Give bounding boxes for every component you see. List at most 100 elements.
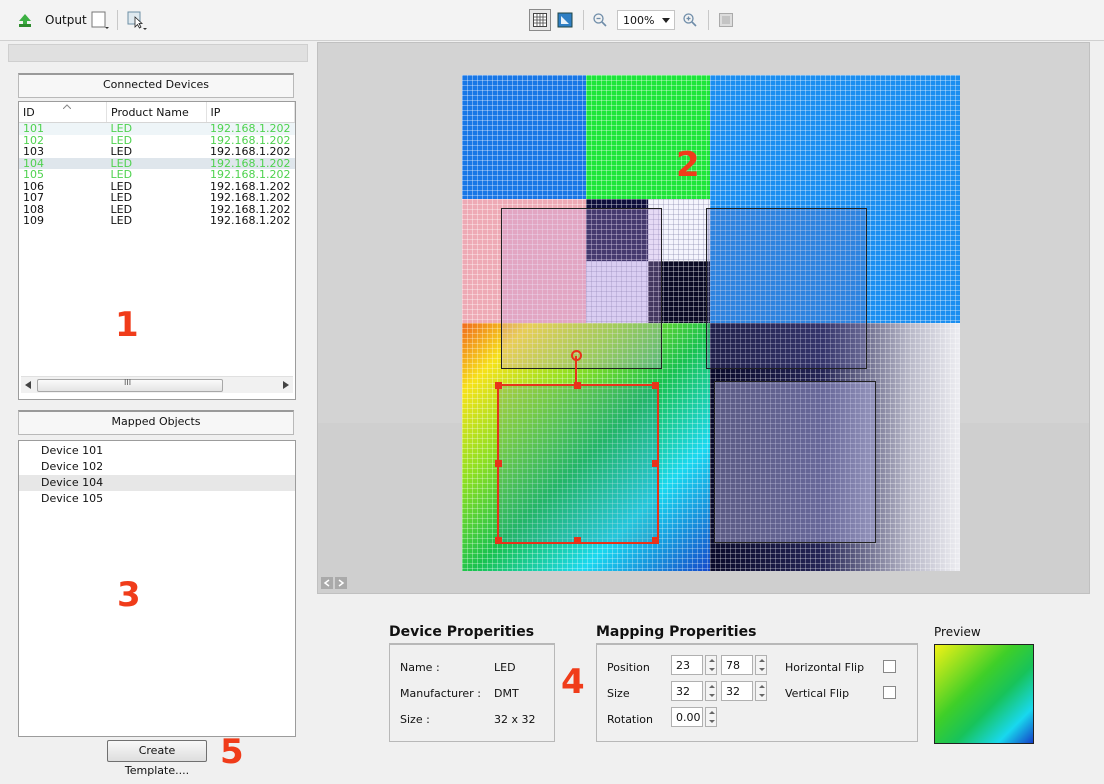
vertical-flip-label: Vertical Flip: [785, 687, 850, 700]
size-width-input[interactable]: 32: [671, 681, 703, 701]
name-value: LED: [494, 661, 516, 674]
list-item[interactable]: Device 105: [19, 491, 295, 507]
output-label[interactable]: Output: [45, 13, 87, 27]
device-outline[interactable]: [706, 208, 867, 369]
toolbar-separator: [708, 10, 709, 30]
scroll-grip: III: [124, 378, 132, 387]
mapping-properties-group: Position 23 78 Size 32 32 Rotation 0.00 …: [596, 643, 918, 742]
cell-ip: 192.168.1.202: [210, 214, 291, 227]
list-item[interactable]: Device 101: [19, 443, 295, 459]
mapping-properties-title: Mapping Properities: [596, 624, 757, 640]
position-label: Position: [607, 661, 650, 674]
resize-handle-n[interactable]: [574, 382, 581, 389]
size-label: Size :: [400, 713, 430, 726]
cell-ip: 192.168.1.202: [210, 145, 291, 158]
size-height-input[interactable]: 32: [721, 681, 753, 701]
list-item[interactable]: Device 104: [19, 475, 295, 491]
table-row[interactable]: 109 LED 192.168.1.202: [19, 215, 295, 227]
cell-id: 103: [23, 145, 44, 158]
rotation-handle[interactable]: [571, 350, 582, 361]
scroll-thumb[interactable]: III: [37, 378, 223, 392]
position-y-input[interactable]: 78: [721, 655, 753, 675]
size-value: 32 x 32: [494, 713, 536, 726]
column-product-name-label: Product Name: [111, 105, 189, 119]
left-panel-bar: [8, 44, 308, 62]
resize-handle-se[interactable]: [652, 537, 659, 544]
tile-blue: [462, 75, 586, 199]
table-row[interactable]: 103 LED 192.168.1.202: [19, 146, 295, 158]
led-wall: 2: [462, 75, 960, 571]
mapped-objects-list: Device 101 Device 102 Device 104 Device …: [18, 440, 296, 737]
position-x-input[interactable]: 23: [671, 655, 703, 675]
zoom-select[interactable]: 100%: [617, 10, 675, 30]
column-header-product-name[interactable]: Product Name: [106, 102, 207, 123]
cell-ip: 192.168.1.202: [206, 122, 295, 135]
device-outline[interactable]: [714, 381, 876, 543]
create-template-button[interactable]: Create Template....: [107, 740, 207, 777]
cell-id: 101: [19, 122, 107, 135]
toolbar-separator: [583, 10, 584, 30]
select-pointer-icon[interactable]: [126, 10, 148, 30]
resize-handle-nw[interactable]: [495, 382, 502, 389]
preview-swatch: [934, 644, 1034, 744]
scroll-left-icon[interactable]: [25, 381, 31, 389]
position-y-stepper[interactable]: [755, 655, 767, 675]
cell-product-name: LED: [110, 145, 133, 158]
name-label: Name :: [400, 661, 440, 674]
scroll-right-icon[interactable]: [283, 381, 289, 389]
device-outline[interactable]: [501, 208, 662, 369]
column-ip-label: IP: [210, 105, 221, 119]
resize-handle-sw[interactable]: [495, 537, 502, 544]
callout-4: 4: [561, 662, 585, 702]
resize-handle-ne[interactable]: [652, 382, 659, 389]
cell-ip: 192.168.1.202: [210, 168, 291, 181]
resize-handle-w[interactable]: [495, 460, 502, 467]
scroll-right-arrow-icon[interactable]: [335, 577, 347, 589]
list-item[interactable]: Device 102: [19, 459, 295, 475]
resize-handle-s[interactable]: [574, 537, 581, 544]
upload-icon[interactable]: [17, 12, 33, 28]
cell-ip: 192.168.1.202: [210, 191, 291, 204]
table-row[interactable]: 105 LED 192.168.1.202: [19, 169, 295, 181]
mapping-canvas[interactable]: 2: [317, 42, 1090, 594]
column-header-id[interactable]: ID: [19, 102, 107, 123]
callout-1: 1: [115, 305, 139, 345]
column-id-label: ID: [23, 105, 35, 119]
size-height-stepper[interactable]: [755, 681, 767, 701]
grid-toggle-icon[interactable]: [529, 9, 551, 31]
selected-device[interactable]: [495, 350, 659, 544]
cell-id: 109: [23, 214, 44, 227]
cell-product-name: LED: [110, 191, 133, 204]
cell-id: 105: [23, 168, 44, 181]
fit-view-icon[interactable]: [555, 10, 575, 30]
device-properties-group: Name : LED Manufacturer : DMT Size : 32 …: [389, 643, 555, 742]
size-width-stepper[interactable]: [705, 681, 717, 701]
device-table: ID Product Name IP 101 LED 192.168.1.202 1…: [19, 102, 296, 227]
fullscreen-icon[interactable]: [716, 10, 736, 30]
rotation-stepper[interactable]: [705, 707, 717, 727]
connected-devices-header: Connected Devices: [18, 73, 294, 98]
sort-ascending-icon: [63, 104, 71, 109]
position-x-stepper[interactable]: [705, 655, 717, 675]
horizontal-flip-label: Horizontal Flip: [785, 661, 865, 674]
output-display-dropdown[interactable]: [90, 10, 110, 30]
manufacturer-value: DMT: [494, 687, 519, 700]
callout-2: 2: [676, 145, 700, 185]
table-row[interactable]: 101 LED 192.168.1.202: [19, 122, 295, 135]
zoom-out-icon[interactable]: [590, 10, 610, 30]
preview-label: Preview: [934, 625, 981, 639]
cell-product-name: LED: [106, 122, 207, 135]
column-header-ip[interactable]: IP: [206, 102, 296, 123]
horizontal-scrollbar[interactable]: III: [21, 376, 293, 393]
toolbar: Output 100%: [0, 0, 1104, 41]
table-row[interactable]: 107 LED 192.168.1.202: [19, 192, 295, 204]
chevron-down-icon: [662, 18, 670, 23]
horizontal-flip-checkbox[interactable]: [883, 660, 896, 673]
resize-handle-e[interactable]: [652, 460, 659, 467]
zoom-value: 100%: [623, 14, 655, 27]
vertical-flip-checkbox[interactable]: [883, 686, 896, 699]
callout-3: 3: [117, 575, 141, 615]
rotation-input[interactable]: 0.00: [671, 707, 703, 727]
zoom-in-icon[interactable]: [680, 10, 700, 30]
scroll-left-arrow-icon[interactable]: [321, 577, 333, 589]
